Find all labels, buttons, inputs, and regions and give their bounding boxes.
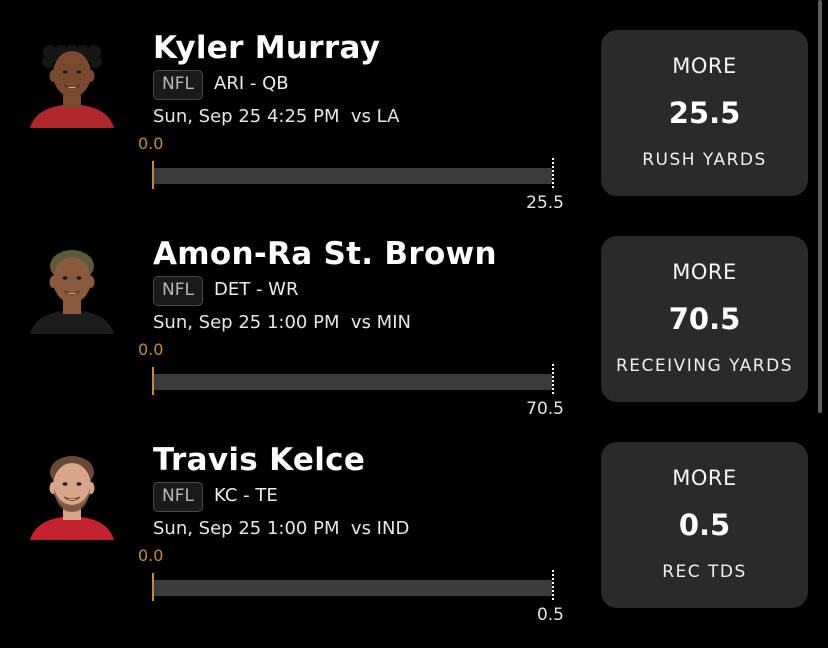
game-info: Sun, Sep 25 4:25 PM vs LA xyxy=(153,106,400,127)
player-headshot-illustration xyxy=(30,45,114,128)
player-avatar xyxy=(26,448,118,540)
progress-target-label: 70.5 xyxy=(526,399,564,419)
league-badge: NFL xyxy=(153,276,203,306)
progress-target-marker xyxy=(552,570,554,600)
progress-origin-marker xyxy=(152,367,154,395)
pick-row-amon-ra-st-brown: Amon-Ra St. Brown NFL DET - WR Sun, Sep … xyxy=(0,236,828,442)
pick-stat-type: RECEIVING YARDS xyxy=(615,356,793,376)
pick-line-value: 25.5 xyxy=(668,96,741,130)
pick-direction: MORE xyxy=(672,466,737,490)
player-name: Travis Kelce xyxy=(153,442,366,478)
team-position: KC - TE xyxy=(214,485,278,506)
progress-start-label: 0.0 xyxy=(138,340,164,359)
progress-target-marker xyxy=(552,158,554,188)
pick-line-value: 0.5 xyxy=(678,508,731,542)
progress-bar xyxy=(153,168,552,184)
player-headshot-illustration xyxy=(30,250,114,334)
progress-origin-marker xyxy=(152,573,154,601)
pick-stat-type: RUSH YARDS xyxy=(642,150,767,170)
player-avatar xyxy=(26,242,118,334)
pick-row-kyler-murray: Kyler Murray NFL ARI - QB Sun, Sep 25 4:… xyxy=(0,30,828,236)
scrollbar[interactable] xyxy=(818,0,822,413)
game-info: Sun, Sep 25 1:00 PM vs MIN xyxy=(153,312,411,333)
progress-bar xyxy=(153,580,552,596)
pick-card-rec-tds[interactable]: MORE 0.5 REC TDS xyxy=(601,442,808,608)
progress-origin-marker xyxy=(152,161,154,189)
team-position: ARI - QB xyxy=(214,73,289,94)
team-position: DET - WR xyxy=(214,279,299,300)
progress-start-label: 0.0 xyxy=(138,134,164,153)
progress-target-label: 0.5 xyxy=(536,605,564,625)
league-badge: NFL xyxy=(153,482,203,512)
game-info: Sun, Sep 25 1:00 PM vs IND xyxy=(153,518,410,539)
pick-card-rush-yards[interactable]: MORE 25.5 RUSH YARDS xyxy=(601,30,808,196)
progress-start-label: 0.0 xyxy=(138,546,164,565)
progress-bar xyxy=(153,374,552,390)
player-name: Amon-Ra St. Brown xyxy=(153,236,497,272)
player-name: Kyler Murray xyxy=(153,30,381,66)
player-avatar xyxy=(26,36,118,128)
progress-target-label: 25.5 xyxy=(526,193,564,213)
progress-target-marker xyxy=(552,364,554,394)
pick-stat-type: REC TDS xyxy=(662,562,747,582)
pick-line-value: 70.5 xyxy=(668,302,741,336)
pick-direction: MORE xyxy=(672,54,737,78)
pick-direction: MORE xyxy=(672,260,737,284)
league-badge: NFL xyxy=(153,70,203,100)
pick-card-receiving-yards[interactable]: MORE 70.5 RECEIVING YARDS xyxy=(601,236,808,402)
player-headshot-illustration xyxy=(30,456,114,540)
pick-row-travis-kelce: Travis Kelce NFL KC - TE Sun, Sep 25 1:0… xyxy=(0,442,828,648)
